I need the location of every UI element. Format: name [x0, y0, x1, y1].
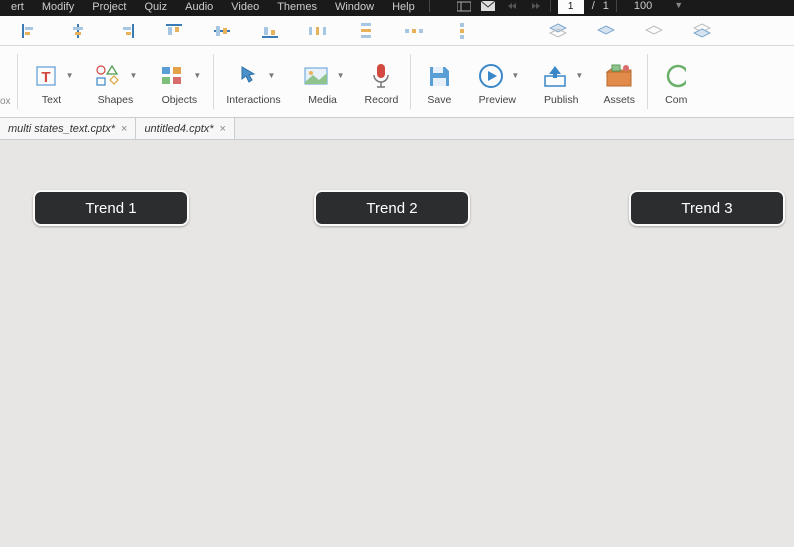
menu-window[interactable]: Window — [328, 0, 381, 14]
ribbon-save[interactable]: Save — [413, 46, 465, 117]
document-tab-bar: multi states_text.cptx* × untitled4.cptx… — [0, 118, 794, 140]
center-stage-h-icon[interactable] — [404, 22, 424, 40]
menu-audio[interactable]: Audio — [178, 0, 220, 14]
text-icon: T — [30, 60, 62, 92]
align-center-v-icon[interactable] — [212, 22, 232, 40]
layer-forward-icon[interactable] — [596, 22, 616, 40]
menu-help[interactable]: Help — [385, 0, 422, 14]
assets-icon — [603, 60, 635, 92]
chevron-down-icon: ▼ — [511, 71, 519, 80]
interactions-icon — [232, 60, 264, 92]
menu-quiz[interactable]: Quiz — [138, 0, 175, 14]
align-left-icon[interactable] — [20, 22, 40, 40]
undo-icon[interactable] — [505, 0, 519, 12]
trend-1-button[interactable]: Trend 1 — [33, 190, 189, 226]
tab-label: untitled4.cptx* — [144, 123, 213, 135]
zoom-dropdown-icon[interactable]: ▼ — [674, 0, 683, 10]
layer-front-icon[interactable] — [548, 22, 568, 40]
tab-label: multi states_text.cptx* — [8, 123, 115, 135]
svg-text:T: T — [41, 69, 50, 86]
center-stage-v-icon[interactable] — [452, 22, 472, 40]
ribbon-assets[interactable]: Assets — [593, 46, 645, 117]
save-icon — [423, 60, 455, 92]
ribbon-com[interactable]: Com — [650, 46, 692, 117]
layout-icon[interactable] — [457, 0, 471, 12]
document-tab[interactable]: multi states_text.cptx* × — [0, 118, 136, 139]
page-current-input[interactable]: 1 — [558, 0, 584, 14]
ribbon-record[interactable]: Record — [355, 46, 409, 117]
ribbon-media[interactable]: ▼ Media — [291, 46, 355, 117]
ribbon-shapes[interactable]: ▼ Shapes — [83, 46, 147, 117]
menu-bar: ert Modify Project Quiz Audio Video Them… — [0, 0, 794, 16]
chevron-down-icon: ▼ — [268, 71, 276, 80]
align-right-icon[interactable] — [116, 22, 136, 40]
shapes-icon — [93, 60, 125, 92]
chevron-down-icon: ▼ — [66, 71, 74, 80]
distribute-v-icon[interactable] — [356, 22, 376, 40]
close-icon[interactable]: × — [220, 123, 226, 135]
slide-canvas[interactable]: Trend 1 Trend 2 Trend 3 — [0, 140, 794, 547]
ribbon-preview[interactable]: ▼ Preview — [465, 46, 529, 117]
chevron-down-icon: ▼ — [575, 71, 583, 80]
align-top-icon[interactable] — [164, 22, 184, 40]
page-sep: / — [588, 0, 599, 12]
alignment-toolbar — [0, 16, 794, 46]
record-icon — [365, 60, 397, 92]
document-tab[interactable]: untitled4.cptx* × — [136, 118, 235, 139]
ribbon-interactions[interactable]: ▼ Interactions — [216, 46, 290, 117]
ribbon: ox T ▼ Text ▼ Shapes — [0, 46, 794, 118]
menu-themes[interactable]: Themes — [270, 0, 324, 14]
layer-back-icon[interactable] — [692, 22, 712, 40]
trend-3-button[interactable]: Trend 3 — [629, 190, 785, 226]
menu-project[interactable]: Project — [85, 0, 133, 14]
publish-icon — [539, 60, 571, 92]
objects-icon — [157, 60, 189, 92]
page-total: 1 — [603, 0, 609, 12]
ribbon-text[interactable]: T ▼ Text — [20, 46, 84, 117]
ox-label: ox — [0, 96, 11, 113]
align-bottom-icon[interactable] — [260, 22, 280, 40]
layer-backward-icon[interactable] — [644, 22, 664, 40]
redo-icon[interactable] — [529, 0, 543, 12]
ribbon-objects[interactable]: ▼ Objects — [147, 46, 211, 117]
chevron-down-icon: ▼ — [193, 71, 201, 80]
align-center-h-icon[interactable] — [68, 22, 88, 40]
mail-icon[interactable] — [481, 0, 495, 12]
distribute-h-icon[interactable] — [308, 22, 328, 40]
menu-video[interactable]: Video — [224, 0, 266, 14]
zoom-value[interactable]: 100 — [624, 0, 662, 12]
close-icon[interactable]: × — [121, 123, 127, 135]
menu-ert[interactable]: ert — [4, 0, 31, 14]
trend-2-button[interactable]: Trend 2 — [314, 190, 470, 226]
chevron-down-icon: ▼ — [337, 71, 345, 80]
media-icon — [301, 60, 333, 92]
com-icon — [660, 60, 692, 92]
chevron-down-icon: ▼ — [129, 71, 137, 80]
ribbon-publish[interactable]: ▼ Publish — [529, 46, 593, 117]
preview-icon — [475, 60, 507, 92]
menu-modify[interactable]: Modify — [35, 0, 81, 14]
